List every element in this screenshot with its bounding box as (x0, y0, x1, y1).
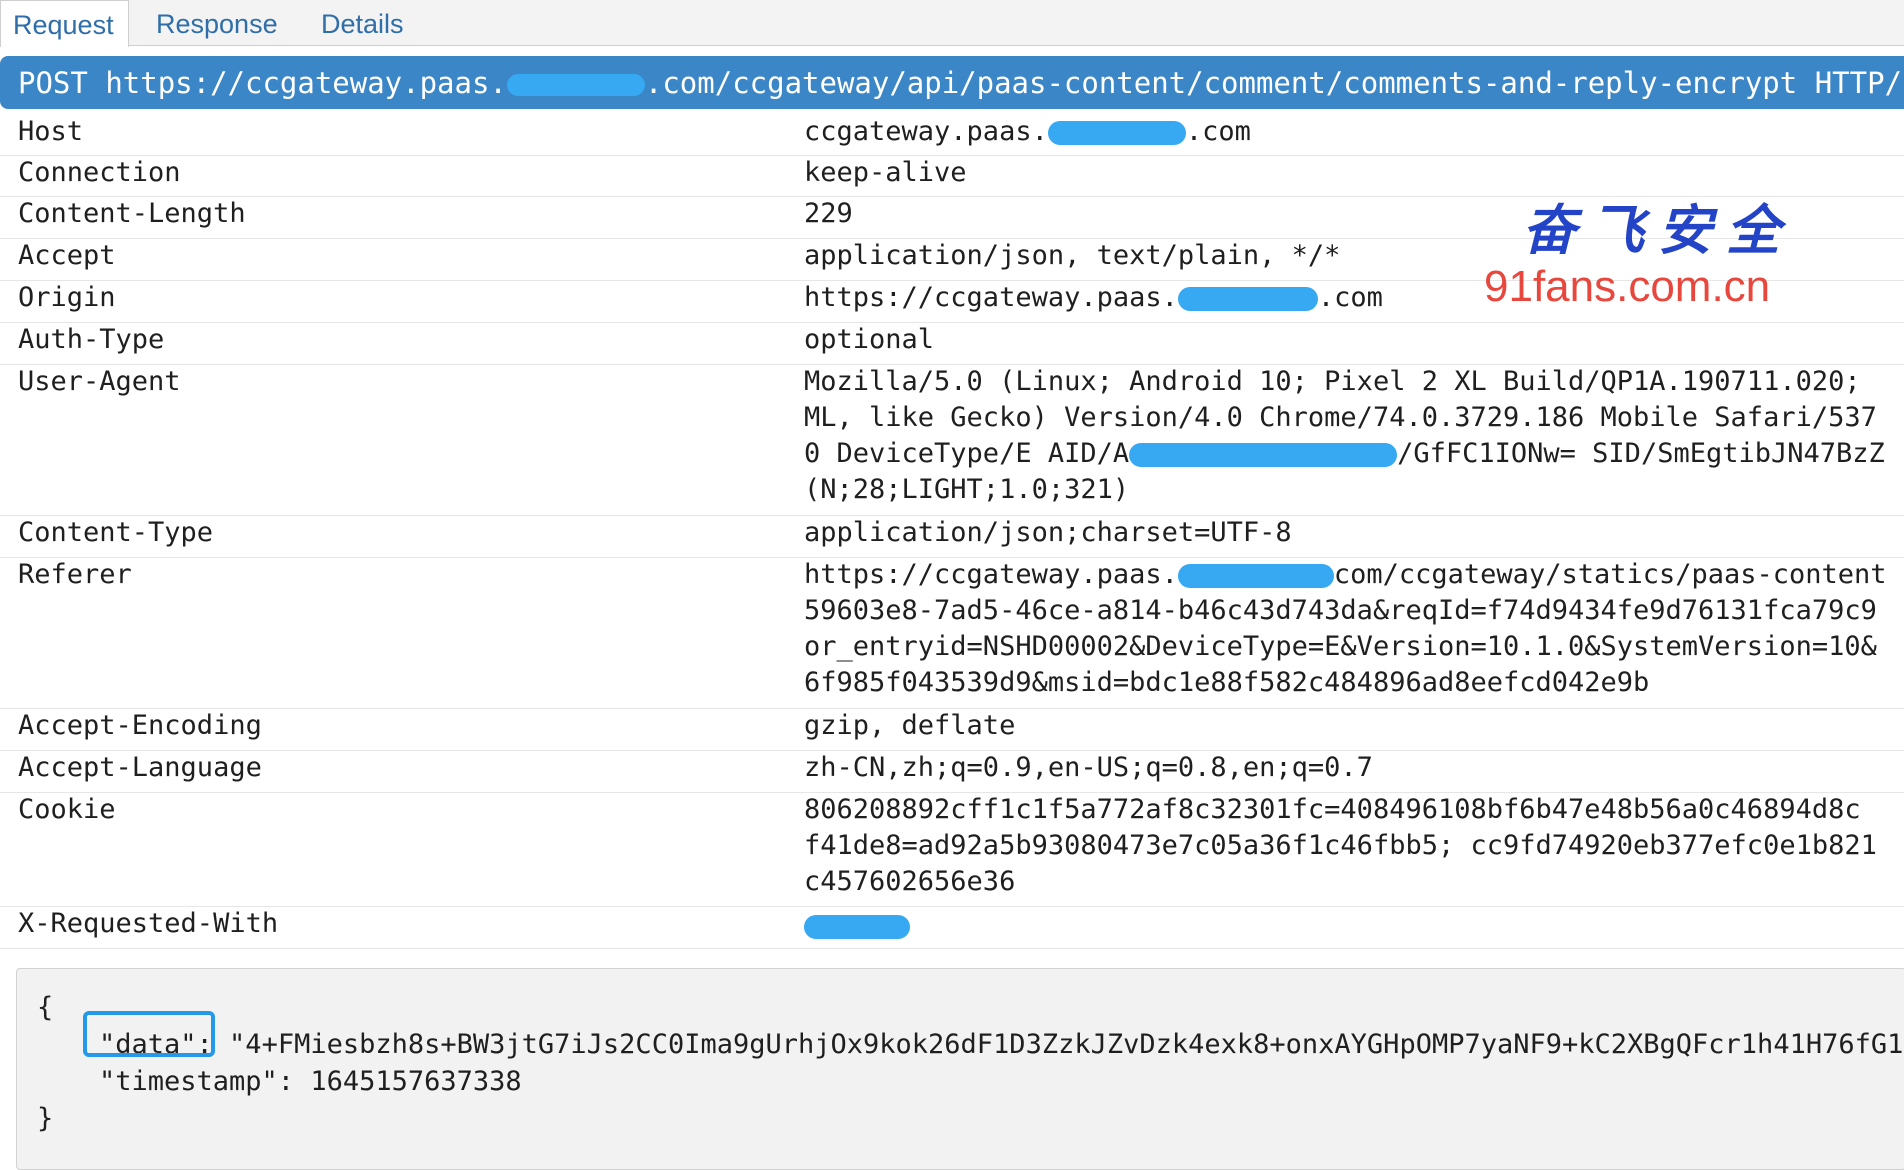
json-timestamp-line: "timestamp": 1645157637338 (99, 1066, 522, 1097)
header-name: Referer (18, 559, 132, 590)
request-line: POST https://ccgateway.paas. .com/ccgatew… (0, 56, 1904, 109)
header-name: Auth-Type (18, 324, 165, 355)
json-data-value: "4+FMiesbzh8s+BW3jtG7iJs2CC0Ima9gUrhjOx9… (212, 1029, 1904, 1060)
header-value: optional (804, 324, 935, 355)
request-url-start: https://ccgateway.paas. (105, 66, 507, 100)
header-value: application/json, text/plain, */* (804, 240, 1341, 271)
header-row: Accept-Language zh-CN,zh;q=0.9,en-US;q=0… (0, 750, 1904, 793)
header-row: Cookie 806208892cff1c1f5a772af8c32301fc=… (0, 792, 1904, 907)
header-value: https://ccgateway.paas. com/ccgateway/sta… (804, 559, 1887, 698)
header-value: zh-CN,zh;q=0.9,en-US;q=0.8,en;q=0.7 (804, 752, 1373, 783)
request-method: POST (18, 66, 88, 100)
watermark-url: 91fans.com.cn (1484, 262, 1771, 311)
json-close-brace: } (37, 1103, 54, 1134)
header-value: https://ccgateway.paas. .com (804, 282, 1383, 313)
redaction-mask (1177, 563, 1334, 588)
header-name: X-Requested-With (18, 908, 279, 939)
redaction-mask (1177, 286, 1318, 311)
header-name: Accept (18, 240, 116, 271)
header-row: Accept-Encoding gzip, deflate (0, 708, 1904, 751)
tab-request[interactable]: Request (0, 0, 129, 47)
watermark-brand: 奋飞安全 (1522, 198, 1794, 262)
json-open-brace: { (37, 992, 54, 1023)
header-value: application/json;charset=UTF-8 (804, 517, 1292, 548)
header-value: Mozilla/5.0 (Linux; Android 10; Pixel 2 … (804, 366, 1885, 505)
tab-details[interactable]: Details (321, 0, 404, 45)
redaction-mask (1129, 442, 1398, 467)
header-value: gzip, deflate (804, 710, 1016, 741)
header-row: Content-Type application/json;charset=UT… (0, 515, 1904, 558)
tab-response[interactable]: Response (156, 0, 278, 45)
header-name: Content-Type (18, 517, 214, 548)
header-row: User-Agent Mozilla/5.0 (Linux; Android 1… (0, 364, 1904, 516)
redaction-mask (804, 914, 910, 939)
header-name: Content-Length (18, 198, 246, 229)
header-row: X-Requested-With (0, 906, 1904, 949)
tab-bar: Request Response Details (0, 0, 1904, 47)
header-name: Origin (18, 282, 116, 313)
header-value: keep-alive (804, 157, 967, 188)
header-value (804, 906, 910, 942)
header-row: Auth-Type optional (0, 322, 1904, 365)
header-name: Accept-Encoding (18, 710, 262, 741)
header-name: Host (18, 116, 84, 147)
request-body: { "data": "4+FMiesbzh8s+BW3jtG7iJs2CC0Im… (16, 968, 1904, 1170)
request-url-end: .com/ccgateway/api/paas-content/comment/… (644, 66, 1798, 100)
header-name: User-Agent (18, 366, 181, 397)
header-value: 806208892cff1c1f5a772af8c32301fc=4084961… (804, 794, 1877, 897)
header-value: ccgateway.paas. .com (804, 116, 1251, 147)
json-data-line: "data": "4+FMiesbzh8s+BW3jtG7iJs2CC0Ima9… (99, 1026, 1904, 1063)
redaction-mask (1047, 120, 1186, 145)
data-key-highlight (83, 1011, 215, 1057)
header-row: Host ccgateway.paas. .com (0, 114, 1904, 156)
header-value: 229 (804, 198, 853, 229)
redaction-mask (506, 74, 645, 96)
header-name: Cookie (18, 794, 116, 825)
header-name: Accept-Language (18, 752, 262, 783)
request-protocol: HTTP/1.1 (1814, 66, 1904, 100)
header-name: Connection (18, 157, 181, 188)
header-row: Referer https://ccgateway.paas. com/ccgat… (0, 557, 1904, 709)
